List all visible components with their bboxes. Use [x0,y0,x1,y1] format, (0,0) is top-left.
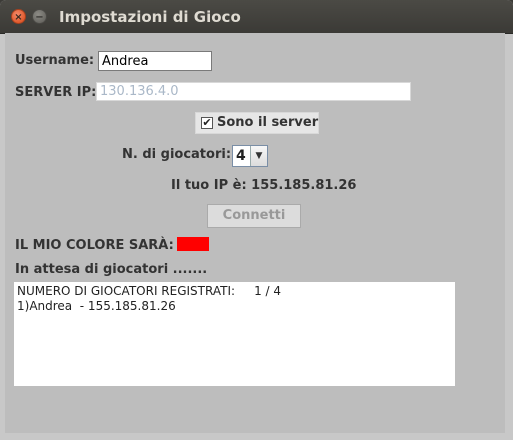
server-checkbox-label: Sono il server [217,115,319,130]
minimize-icon[interactable]: − [32,9,47,24]
check-icon[interactable]: ✔ [201,117,213,129]
settings-panel: Username: SERVER IP: ✔ Sono il server N.… [5,33,505,433]
my-ip-text: Il tuo IP è: 155.185.81.26 [171,178,357,193]
title-bar[interactable]: × − Impostazioni di Gioco [0,0,513,34]
log-line: NUMERO DI GIOCATORI REGISTRATI: 1 / 4 [17,284,282,298]
color-swatch [177,237,209,251]
players-select[interactable]: 4 ▼ [232,145,268,167]
log-line: 1)Andrea - 155.185.81.26 [17,299,176,313]
players-value: 4 [236,148,246,164]
color-label: IL MIO COLORE SARÀ: [15,238,174,253]
game-settings-window: × − Impostazioni di Gioco Username: SERV… [0,0,513,440]
chevron-down-icon[interactable]: ▼ [250,146,267,166]
players-log[interactable]: NUMERO DI GIOCATORI REGISTRATI: 1 / 4 1)… [14,282,455,386]
username-input[interactable] [98,51,212,71]
server-ip-label: SERVER IP: [15,85,97,100]
server-ip-input[interactable] [96,82,411,101]
waiting-text: In attesa di giocatori ....... [15,262,208,277]
window-title: Impostazioni di Gioco [59,8,241,26]
username-label: Username: [15,53,95,68]
players-label: N. di giocatori: [122,147,232,162]
close-icon[interactable]: × [11,9,26,24]
server-checkbox[interactable]: ✔ Sono il server [195,112,319,134]
connect-button[interactable]: Connetti [207,204,301,228]
